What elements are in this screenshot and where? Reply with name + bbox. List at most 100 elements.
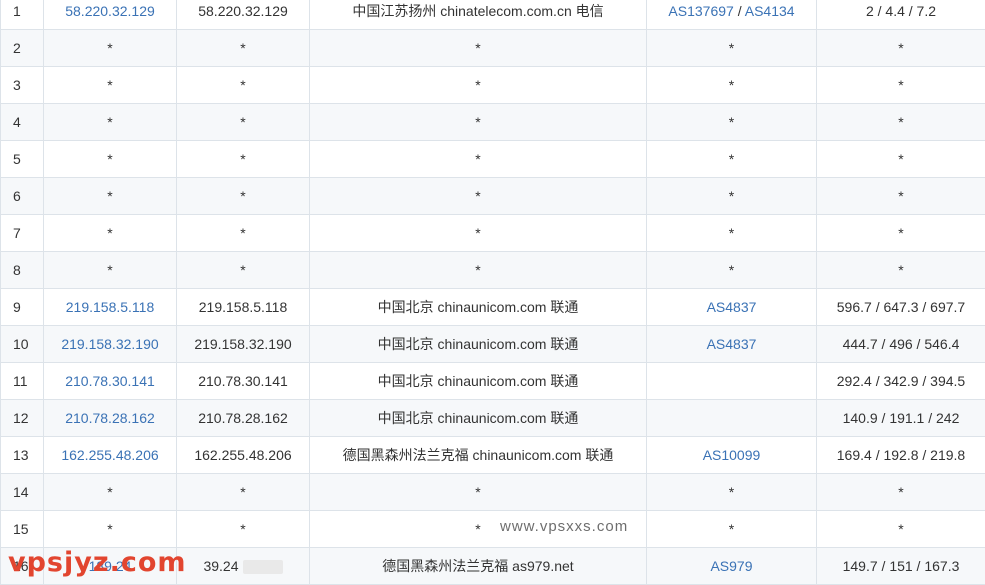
latency-cell: 444.7 / 496 / 546.4 <box>817 326 985 363</box>
hop-number-cell: 15 <box>1 511 44 548</box>
location-cell: 中国北京 chinaunicom.com 联通 <box>310 363 647 400</box>
asn-cell: * <box>647 178 817 215</box>
table-row: 13162.255.48.206162.255.48.206德国黑森州法兰克福 … <box>1 437 985 474</box>
location-cell: * <box>310 104 647 141</box>
hop-number-cell: 5 <box>1 141 44 178</box>
ip-link-cell-text[interactable]: * <box>107 151 112 167</box>
asn-link: * <box>729 151 734 167</box>
hop-number-cell: 7 <box>1 215 44 252</box>
table-row: 12 210.78.28.162 210.78.28.162 中国北京 chinaun… <box>1 400 985 437</box>
ip-link-cell-text[interactable]: * <box>107 114 112 130</box>
ip-link-cell-text[interactable]: * <box>107 77 112 93</box>
ip-cell: * <box>177 30 310 67</box>
ip-link-cell-text[interactable]: * <box>107 262 112 278</box>
hop-number-cell: 4 <box>1 104 44 141</box>
ip-link-cell: 58.220.32.129 <box>44 0 177 30</box>
asn-link[interactable]: AS4134 <box>745 3 795 19</box>
location-cell: * <box>310 252 647 289</box>
table-row: 9219.158.5.118219.158.5.118中国北京 chinauni… <box>1 289 985 326</box>
ip-cell: 210.78.28.162 <box>177 400 310 437</box>
hop-number-cell: 2 <box>1 30 44 67</box>
table-row: 14***** <box>1 474 985 511</box>
ip-cell-text: 39.24 <box>203 558 238 574</box>
ip-cell: 219.158.32.190 <box>177 326 310 363</box>
hop-number-cell-text: 12 <box>13 410 29 426</box>
location-cell: 德国黑森州法兰克福 as979.net <box>310 548 647 585</box>
ip-link-cell-text[interactable]: * <box>107 521 112 537</box>
ip-link-cell-text[interactable]: 162.255.48.206 <box>61 447 158 463</box>
ip-cell: * <box>177 178 310 215</box>
location-cell-text: 中国北京 chinaunicom.com 联通 <box>378 299 579 315</box>
asn-link[interactable]: AS10099 <box>703 447 761 463</box>
hop-number-cell: 13 <box>1 437 44 474</box>
asn-cell: AS10099 <box>647 437 817 474</box>
ip-link-cell-text[interactable]: * <box>107 188 112 204</box>
ip-link-cell: 162.255.48.206 <box>44 437 177 474</box>
latency-cell: * <box>817 215 985 252</box>
ip-cell: * <box>177 252 310 289</box>
hop-number-cell-text: 11 <box>13 373 28 389</box>
location-cell-text: * <box>475 262 480 278</box>
location-cell-text: 中国北京 chinaunicom.com 联通 <box>378 373 579 389</box>
latency-cell: 169.4 / 192.8 / 219.8 <box>817 437 985 474</box>
latency-cell-text: * <box>898 262 903 278</box>
latency-cell: 292.4 / 342.9 / 394.5 <box>817 363 985 400</box>
ip-cell: 210.78.30.141 <box>177 363 310 400</box>
asn-link: * <box>729 188 734 204</box>
ip-link-cell: 210.78.30.141 <box>44 363 177 400</box>
ip-cell: * <box>177 104 310 141</box>
latency-cell: * <box>817 178 985 215</box>
location-cell: * <box>310 178 647 215</box>
asn-link: * <box>729 262 734 278</box>
location-cell-text: 中国北京 chinaunicom.com 联通 <box>378 410 579 426</box>
ip-link-cell-text[interactable]: * <box>107 40 112 56</box>
ip-cell-text: 210.78.30.141 <box>198 373 288 389</box>
asn-link: * <box>729 521 734 537</box>
latency-cell: * <box>817 30 985 67</box>
asn-cell: * <box>647 252 817 289</box>
ip-link-cell-text[interactable]: 210.78.28.162 <box>65 410 155 426</box>
ip-link-cell: * <box>44 474 177 511</box>
ip-cell: * <box>177 67 310 104</box>
asn-link: * <box>729 40 734 56</box>
asn-cell: AS4837 <box>647 289 817 326</box>
location-cell-text: 中国北京 chinaunicom.com 联通 <box>378 336 579 352</box>
ip-link-cell-text[interactable]: 58.220.32.129 <box>65 3 155 19</box>
hop-number-cell-text: 1 <box>13 3 21 19</box>
ip-link-cell-text[interactable]: 219.158.5.118 <box>66 299 155 315</box>
hop-number-cell-text: 10 <box>13 336 29 352</box>
table-row: 15***** <box>1 511 985 548</box>
latency-cell: 140.9 / 191.1 / 242 <box>817 400 985 437</box>
location-cell: * <box>310 215 647 252</box>
table-row: 11 210.78.30.141 210.78.30.141 中国北京 chinaun… <box>1 363 985 400</box>
asn-link[interactable]: AS4837 <box>707 336 757 352</box>
ip-link-cell-text[interactable]: 219.158.32.190 <box>61 336 158 352</box>
ip-link-cell: * <box>44 215 177 252</box>
asn-cell: AS4837 <box>647 326 817 363</box>
ip-cell-text: * <box>240 225 245 241</box>
latency-cell-text: 596.7 / 647.3 / 697.7 <box>837 299 965 315</box>
ip-link-cell-text[interactable]: 210.78.30.141 <box>65 373 155 389</box>
hop-number-cell: 1 <box>1 0 44 30</box>
ip-link-cell: * <box>44 104 177 141</box>
asn-cell: * <box>647 511 817 548</box>
ip-link-cell: 219.158.5.118 <box>44 289 177 326</box>
latency-cell-text: * <box>898 225 903 241</box>
latency-cell-text: * <box>898 77 903 93</box>
ip-link-cell: * <box>44 252 177 289</box>
latency-cell-text: * <box>898 151 903 167</box>
ip-link-cell-text[interactable]: * <box>107 484 112 500</box>
ip-cell: * <box>177 141 310 178</box>
ip-cell: * <box>177 215 310 252</box>
asn-link[interactable]: AS4837 <box>707 299 757 315</box>
asn-link[interactable]: AS137697 <box>668 3 733 19</box>
latency-cell-text: * <box>898 521 903 537</box>
latency-cell-text: * <box>898 40 903 56</box>
asn-cell: * <box>647 30 817 67</box>
latency-cell: 2 / 4.4 / 7.2 <box>817 0 985 30</box>
latency-cell: * <box>817 67 985 104</box>
asn-cell: * <box>647 67 817 104</box>
asn-link[interactable]: AS979 <box>710 558 752 574</box>
location-cell-text: * <box>475 77 480 93</box>
ip-link-cell-text[interactable]: * <box>107 225 112 241</box>
